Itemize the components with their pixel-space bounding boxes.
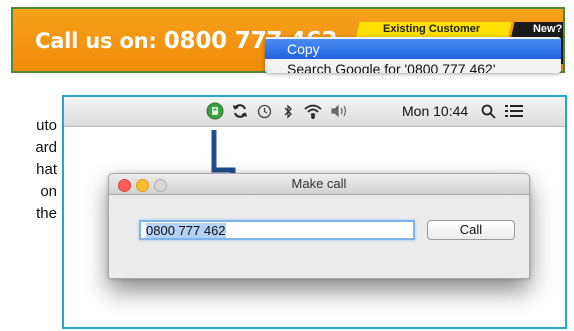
call-us-label: Call us on: <box>35 29 164 53</box>
paragraph-line: on <box>40 183 57 200</box>
context-menu: Copy Search Google for '0800 777 462' <box>265 37 561 73</box>
phone-app-icon[interactable] <box>205 102 225 120</box>
context-menu-search-google[interactable]: Search Google for '0800 777 462' <box>265 59 561 73</box>
paragraph-line: ard <box>35 139 57 156</box>
wifi-icon[interactable] <box>302 102 324 120</box>
bluetooth-icon[interactable] <box>282 102 294 120</box>
phone-number-value: 0800 777 462 <box>146 223 226 238</box>
spotlight-search-icon[interactable] <box>479 102 497 120</box>
context-menu-copy[interactable]: Copy <box>265 39 561 59</box>
menu-bar-clock[interactable]: Mon 10:44 <box>402 103 468 119</box>
mac-screenshot-frame: Mon 10:44 Make call 0800 777 462 Call <box>62 95 567 329</box>
time-machine-icon[interactable] <box>256 102 272 120</box>
sync-icon[interactable] <box>231 102 249 120</box>
volume-icon[interactable] <box>329 102 351 120</box>
new-customer-label: New? <box>532 23 563 35</box>
paragraph-line: hat <box>36 161 57 178</box>
window-title: Make call <box>291 176 347 191</box>
mac-menu-bar: Mon 10:44 <box>64 97 565 127</box>
existing-customer-label: Existing Customer <box>382 23 481 35</box>
paragraph-line: uto <box>36 117 57 134</box>
call-button[interactable]: Call <box>427 220 515 240</box>
window-titlebar: Make call <box>109 174 529 195</box>
paragraph-line: the <box>36 205 57 222</box>
make-call-window: Make call 0800 777 462 Call <box>108 173 530 279</box>
cropped-paragraph: uto ard hat on the <box>35 115 57 225</box>
phone-number-input[interactable]: 0800 777 462 <box>139 220 415 240</box>
notification-list-icon[interactable] <box>504 102 524 120</box>
